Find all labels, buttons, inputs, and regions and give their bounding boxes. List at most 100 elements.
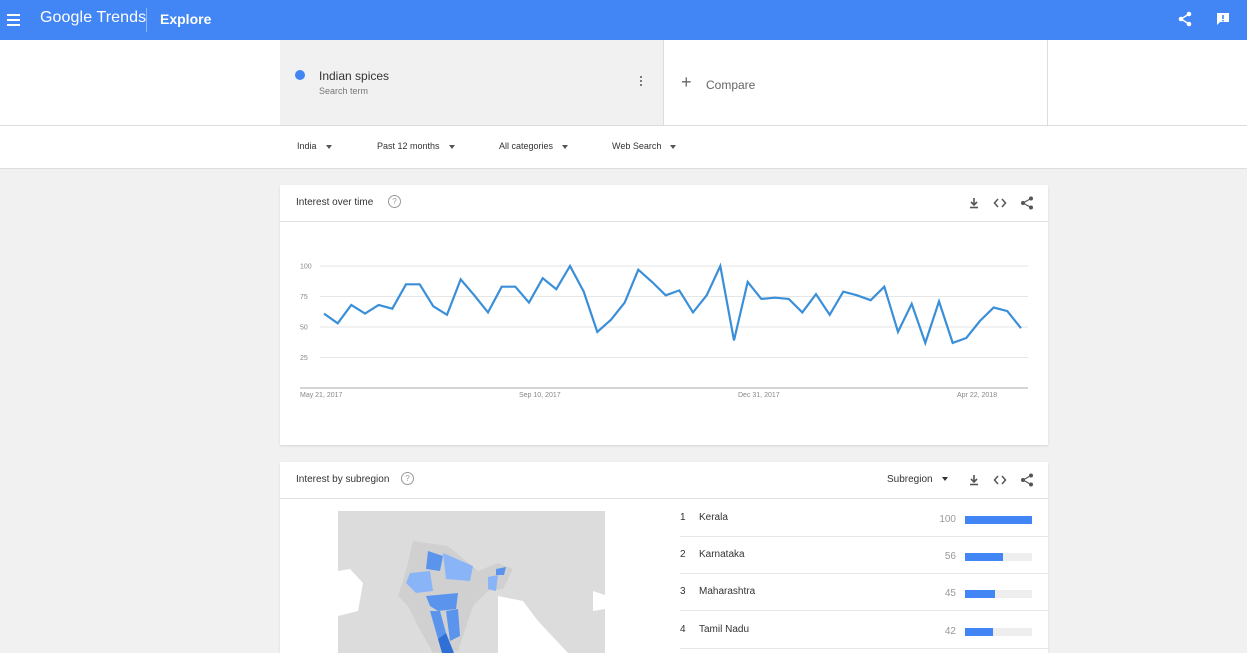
subregion-name: Karnataka (699, 549, 745, 560)
data-point[interactable] (647, 277, 657, 287)
subregion-name: Tamil Nadu (699, 624, 750, 635)
data-point[interactable] (825, 310, 835, 320)
subregion-bar-fill (965, 590, 996, 598)
data-point[interactable] (743, 277, 753, 287)
data-point[interactable] (989, 303, 999, 313)
subregion-name: Kerala (699, 512, 728, 523)
region-filter[interactable]: India (297, 141, 332, 151)
data-point[interactable] (852, 290, 862, 300)
data-point[interactable] (934, 296, 944, 306)
help-icon[interactable]: ? (388, 195, 401, 208)
compare-button[interactable]: + Compare (664, 40, 1048, 125)
data-point[interactable] (907, 299, 917, 309)
subregion-select[interactable]: Subregion (887, 474, 948, 485)
data-point[interactable] (729, 335, 739, 345)
data-point[interactable] (360, 309, 370, 319)
caret-down-icon (562, 144, 569, 149)
card-title: Interest by subregion (296, 474, 390, 485)
data-point[interactable] (415, 279, 425, 289)
download-icon[interactable] (967, 473, 981, 487)
search-term-type: Search term (319, 86, 369, 96)
data-point[interactable] (756, 294, 766, 304)
data-point[interactable] (374, 300, 384, 310)
data-point[interactable] (811, 289, 821, 299)
share-icon[interactable] (1020, 196, 1034, 210)
data-point[interactable] (442, 310, 452, 320)
data-point[interactable] (565, 261, 575, 271)
search-type-filter-label: Web Search (612, 141, 662, 151)
share-icon[interactable] (1177, 11, 1193, 27)
data-point[interactable] (661, 290, 671, 300)
x-tick-label: Sep 10, 2017 (519, 392, 561, 399)
data-point[interactable] (401, 279, 411, 289)
data-point[interactable] (510, 282, 520, 292)
data-point[interactable] (319, 309, 329, 319)
subregion-rank: 3 (680, 586, 686, 597)
subregion-value: 100 (939, 514, 956, 525)
search-terms-bar: Indian spices Search term + Compare (0, 40, 1247, 126)
subregion-bar-track (965, 516, 1032, 524)
data-point[interactable] (948, 338, 958, 348)
data-point[interactable] (483, 307, 493, 317)
data-point[interactable] (688, 307, 698, 317)
subregion-row[interactable]: 4 Tamil Nadu 42 (680, 611, 1048, 649)
data-point[interactable] (346, 300, 356, 310)
more-options-icon[interactable] (639, 76, 643, 90)
subregion-row[interactable]: 2 Karnataka 56 (680, 536, 1048, 574)
menu-icon[interactable] (7, 11, 20, 29)
category-filter[interactable]: All categories (499, 141, 569, 151)
subregion-bar-fill (965, 628, 994, 636)
data-point[interactable] (866, 295, 876, 305)
time-filter[interactable]: Past 12 months (377, 141, 455, 151)
embed-icon[interactable] (993, 196, 1007, 210)
data-point[interactable] (551, 284, 561, 294)
app-logo[interactable]: Google Trends (40, 9, 146, 27)
subregion-row[interactable]: 1 Kerala 100 (680, 499, 1048, 537)
data-point[interactable] (961, 333, 971, 343)
search-term-card[interactable]: Indian spices Search term (280, 40, 664, 125)
caret-down-icon (325, 144, 332, 149)
y-tick-label: 75 (300, 294, 308, 301)
data-point[interactable] (893, 327, 903, 337)
subregion-row[interactable]: 3 Maharashtra 45 (680, 573, 1048, 611)
help-icon[interactable]: ? (401, 472, 414, 485)
embed-icon[interactable] (993, 473, 1007, 487)
data-point[interactable] (633, 265, 643, 275)
data-point[interactable] (469, 290, 479, 300)
data-point[interactable] (579, 287, 589, 297)
data-point[interactable] (538, 273, 548, 283)
data-point[interactable] (784, 294, 794, 304)
data-point[interactable] (838, 287, 848, 297)
share-icon[interactable] (1020, 473, 1034, 487)
india-subregion-map[interactable] (338, 511, 605, 653)
data-point[interactable] (879, 282, 889, 292)
download-icon[interactable] (967, 196, 981, 210)
data-point[interactable] (333, 318, 343, 328)
region-filter-label: India (297, 141, 317, 151)
x-tick-label: May 21, 2017 (300, 392, 343, 399)
subregion-value: 45 (944, 588, 956, 599)
search-type-filter[interactable]: Web Search (612, 141, 677, 151)
search-term-name[interactable]: Indian spices (319, 69, 389, 83)
data-point[interactable] (797, 307, 807, 317)
data-point[interactable] (497, 282, 507, 292)
data-point[interactable] (606, 315, 616, 325)
data-point[interactable] (770, 293, 780, 303)
top-app-bar: Google Trends Explore (0, 0, 1247, 40)
data-point[interactable] (592, 327, 602, 337)
data-point[interactable] (674, 285, 684, 295)
data-point[interactable] (920, 338, 930, 348)
y-tick-label: 25 (300, 355, 308, 362)
data-point[interactable] (620, 298, 630, 308)
data-point[interactable] (456, 274, 466, 284)
data-point[interactable] (1016, 323, 1026, 333)
data-point[interactable] (702, 290, 712, 300)
data-point[interactable] (1002, 306, 1012, 316)
feedback-icon[interactable] (1215, 11, 1231, 27)
data-point[interactable] (428, 301, 438, 311)
data-point[interactable] (715, 261, 725, 271)
data-point[interactable] (387, 304, 397, 314)
data-point[interactable] (524, 298, 534, 308)
subregion-value: 42 (944, 626, 956, 637)
data-point[interactable] (975, 316, 985, 326)
